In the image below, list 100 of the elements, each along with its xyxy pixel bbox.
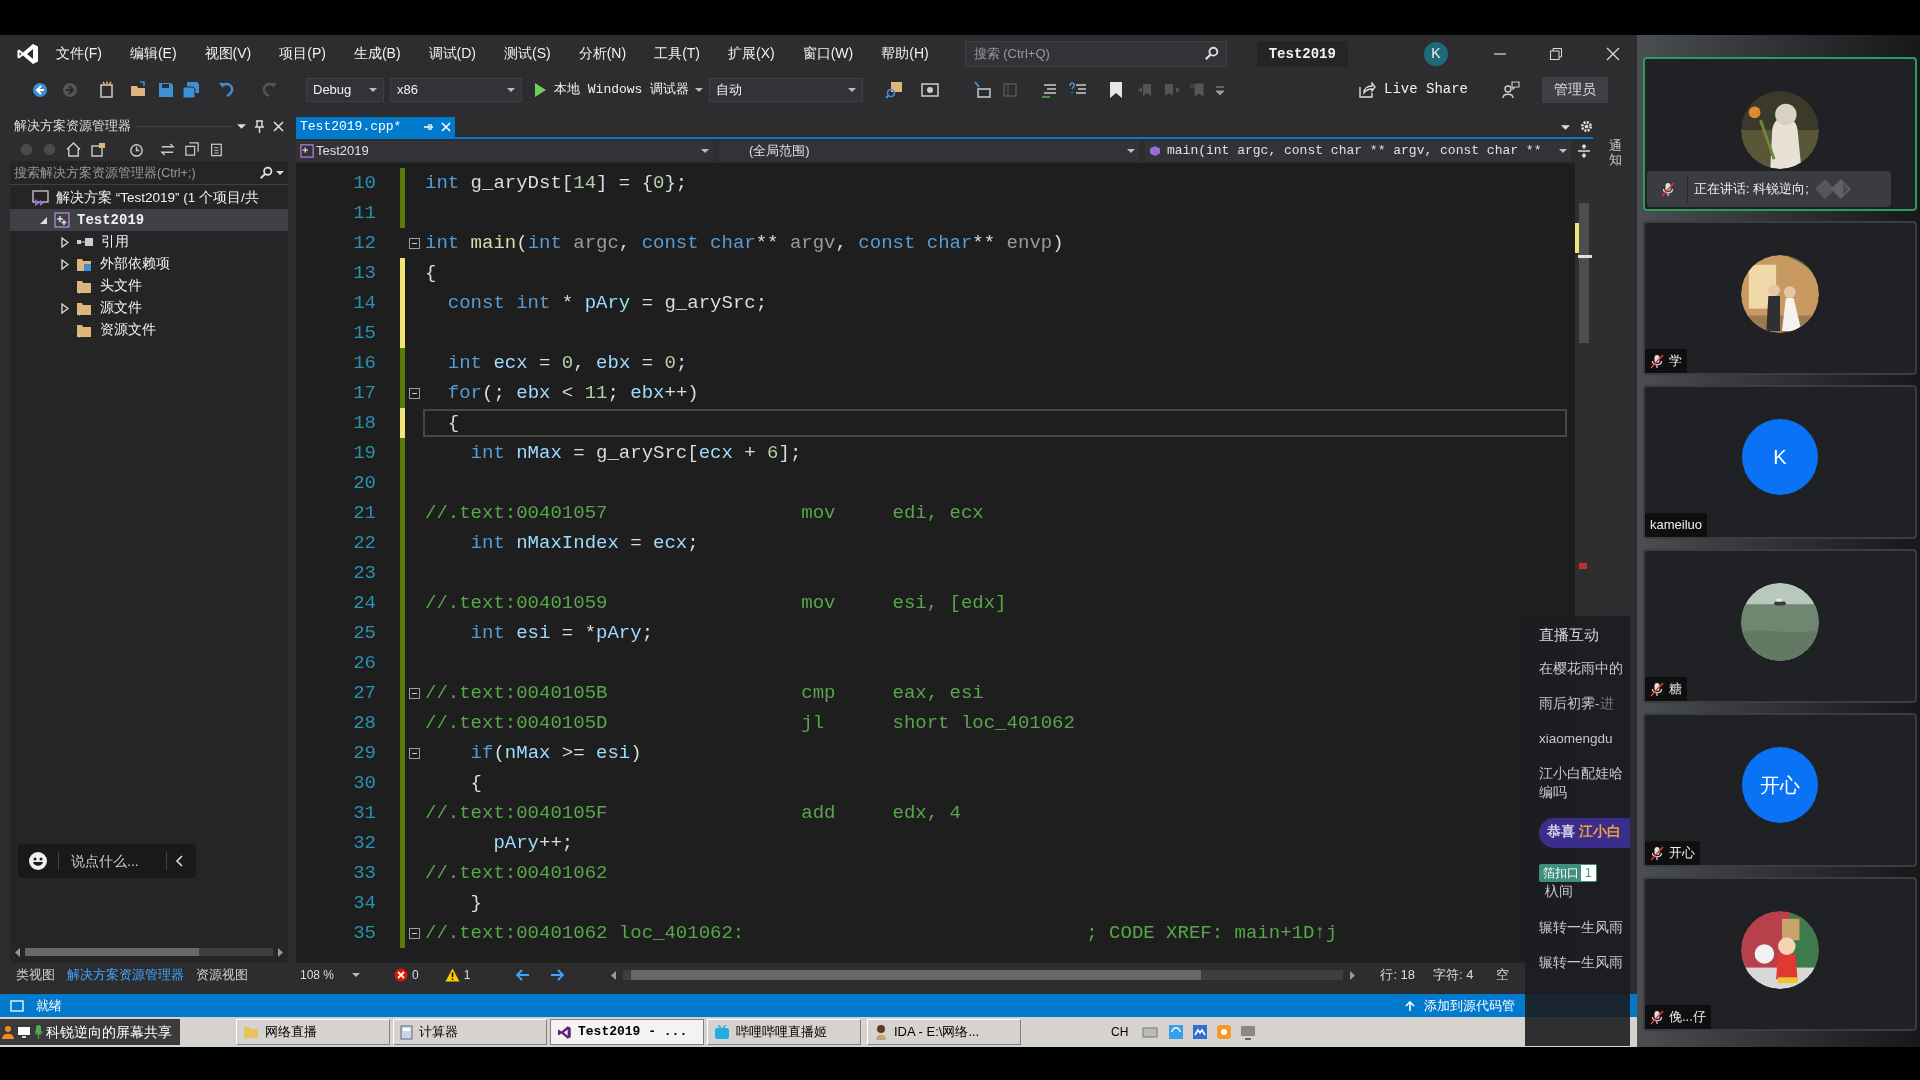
- platform-dropdown[interactable]: x86: [390, 77, 522, 102]
- code-line: int esi = *pAry;: [469, 620, 654, 646]
- tree-item[interactable]: 外部依赖项: [10, 253, 288, 275]
- configuration-dropdown[interactable]: Debug: [306, 77, 384, 102]
- scroll-right-icon[interactable]: [1349, 970, 1357, 980]
- overflow-icon[interactable]: [1215, 83, 1226, 96]
- tree-item[interactable]: 解决方案 “Test2019” (1 个项目/共: [10, 187, 288, 209]
- taskbar-button[interactable]: IDA - E:\网络...: [867, 1019, 1021, 1045]
- cloud-icon[interactable]: [1192, 1024, 1209, 1040]
- split-icon[interactable]: [1577, 144, 1591, 158]
- panel-tab[interactable]: 类视图: [16, 965, 55, 985]
- panel-tab[interactable]: 解决方案资源管理器: [67, 965, 184, 985]
- caret-icon[interactable]: [695, 85, 704, 94]
- scroll-left-icon[interactable]: [14, 947, 21, 957]
- account-avatar[interactable]: K: [1423, 41, 1448, 66]
- menu-item[interactable]: 帮助(H): [867, 43, 943, 64]
- menu-item[interactable]: 工具(T): [640, 43, 714, 64]
- find-icon[interactable]: [885, 80, 904, 99]
- menu-item[interactable]: 项目(P): [265, 43, 340, 64]
- copy-icon[interactable]: [209, 141, 223, 157]
- project-dropdown[interactable]: Test2019: [296, 141, 713, 161]
- target-dropdown[interactable]: 自动: [709, 77, 864, 102]
- chat-input[interactable]: 说点什么...: [71, 850, 166, 872]
- collapse-icon[interactable]: [408, 237, 420, 249]
- screenshot-icon[interactable]: [921, 80, 940, 99]
- caret-icon: [352, 971, 360, 979]
- panel-tab[interactable]: 资源视图: [196, 965, 248, 985]
- menu-item[interactable]: 生成(B): [339, 43, 415, 64]
- undo-icon[interactable]: [218, 80, 236, 99]
- save-icon[interactable]: [158, 81, 174, 98]
- sync-icon[interactable]: [160, 141, 175, 157]
- admin-button[interactable]: 管理员: [1542, 76, 1608, 103]
- scroll-left-icon[interactable]: [610, 970, 618, 980]
- history-icon[interactable]: [129, 141, 144, 157]
- previous-icon[interactable]: [516, 969, 531, 981]
- feedback-icon[interactable]: [1502, 80, 1520, 99]
- back-icon[interactable]: [32, 81, 48, 98]
- tv-icon: [714, 1024, 730, 1040]
- tree-item[interactable]: 引用: [10, 231, 288, 253]
- zoom-dropdown[interactable]: 108 %: [296, 965, 364, 985]
- menu-item[interactable]: 文件(F): [42, 43, 116, 64]
- caret-icon: [1127, 147, 1135, 155]
- collapsed-icon[interactable]: [61, 302, 69, 314]
- menu-item[interactable]: 编辑(E): [115, 43, 191, 64]
- menu-item[interactable]: 扩展(X): [714, 43, 789, 64]
- chat-bar[interactable]: 说点什么...: [18, 844, 196, 878]
- settings-icon[interactable]: [1580, 120, 1593, 133]
- step-over-icon[interactable]: [973, 80, 992, 99]
- close-icon[interactable]: [1605, 46, 1620, 61]
- error-count[interactable]: 0: [412, 966, 419, 984]
- caret-icon[interactable]: [1561, 123, 1570, 132]
- search-icon[interactable]: [259, 165, 273, 180]
- warning-count[interactable]: 1: [463, 966, 471, 984]
- scroll-right-icon[interactable]: [277, 947, 284, 957]
- menu-item[interactable]: 测试(S): [490, 43, 565, 64]
- search-icon[interactable]: [1203, 45, 1219, 61]
- caret-icon[interactable]: [237, 121, 246, 131]
- scope-dropdown[interactable]: (全局范围): [719, 141, 1139, 161]
- horizontal-scrollbar[interactable]: [25, 948, 273, 956]
- search-field[interactable]: 搜索 (Ctrl+Q): [964, 40, 1227, 67]
- tree-item[interactable]: Test2019: [10, 209, 288, 231]
- start-debugging-button[interactable]: 本地 Windows 调试器: [534, 77, 690, 102]
- collapse-icon[interactable]: [408, 927, 420, 939]
- menu-item[interactable]: 分析(N): [564, 43, 641, 64]
- live-share-button[interactable]: Live Share: [1355, 76, 1472, 103]
- emoji-icon[interactable]: [28, 851, 48, 871]
- menu-item[interactable]: 调试(D): [414, 43, 490, 64]
- caret-icon[interactable]: [276, 168, 284, 177]
- collapse-all-icon[interactable]: [185, 142, 199, 156]
- upload-icon[interactable]: [1404, 999, 1416, 1012]
- tree-item[interactable]: 头文件: [10, 275, 288, 297]
- collapse-icon[interactable]: [408, 747, 420, 759]
- tree-item[interactable]: 源文件: [10, 297, 288, 319]
- collapsed-icon[interactable]: [61, 236, 69, 248]
- monitor-icon[interactable]: [1240, 1024, 1257, 1040]
- taskbar-button[interactable]: Test2019 - ...: [550, 1019, 704, 1045]
- horizontal-scrollbar[interactable]: [623, 970, 1344, 980]
- taskbar-button[interactable]: 网络直播: [236, 1019, 390, 1045]
- save-all-icon[interactable]: [182, 80, 200, 99]
- taskbar-button[interactable]: 计算器: [393, 1019, 547, 1045]
- input-language[interactable]: CH: [1111, 1023, 1129, 1041]
- source-control-button[interactable]: 添加到源代码管: [1424, 995, 1515, 1016]
- expanded-icon[interactable]: [38, 215, 48, 225]
- member-dropdown[interactable]: main(int argc, const char ** argv, const char **: [1145, 141, 1571, 161]
- collapse-icon[interactable]: [408, 687, 420, 699]
- next-icon[interactable]: [550, 969, 565, 981]
- menu-item[interactable]: 窗口(W): [788, 43, 868, 64]
- collapsed-icon[interactable]: [61, 258, 69, 270]
- new-project-icon[interactable]: [98, 80, 116, 99]
- notifications-tab[interactable]: 通知: [1608, 139, 1622, 168]
- home-icon[interactable]: [66, 141, 81, 157]
- restore-icon[interactable]: [1548, 46, 1563, 61]
- collapse-icon[interactable]: [408, 387, 420, 399]
- close-icon[interactable]: [273, 120, 284, 132]
- pin-icon[interactable]: [254, 119, 265, 133]
- tree-item[interactable]: 资源文件: [10, 319, 288, 341]
- bookmark-icon[interactable]: [1109, 80, 1124, 99]
- menu-item[interactable]: 视图(V): [190, 43, 266, 64]
- taskbar-button[interactable]: 哔哩哔哩直播姬: [707, 1019, 861, 1045]
- open-folder-icon[interactable]: [130, 80, 148, 99]
